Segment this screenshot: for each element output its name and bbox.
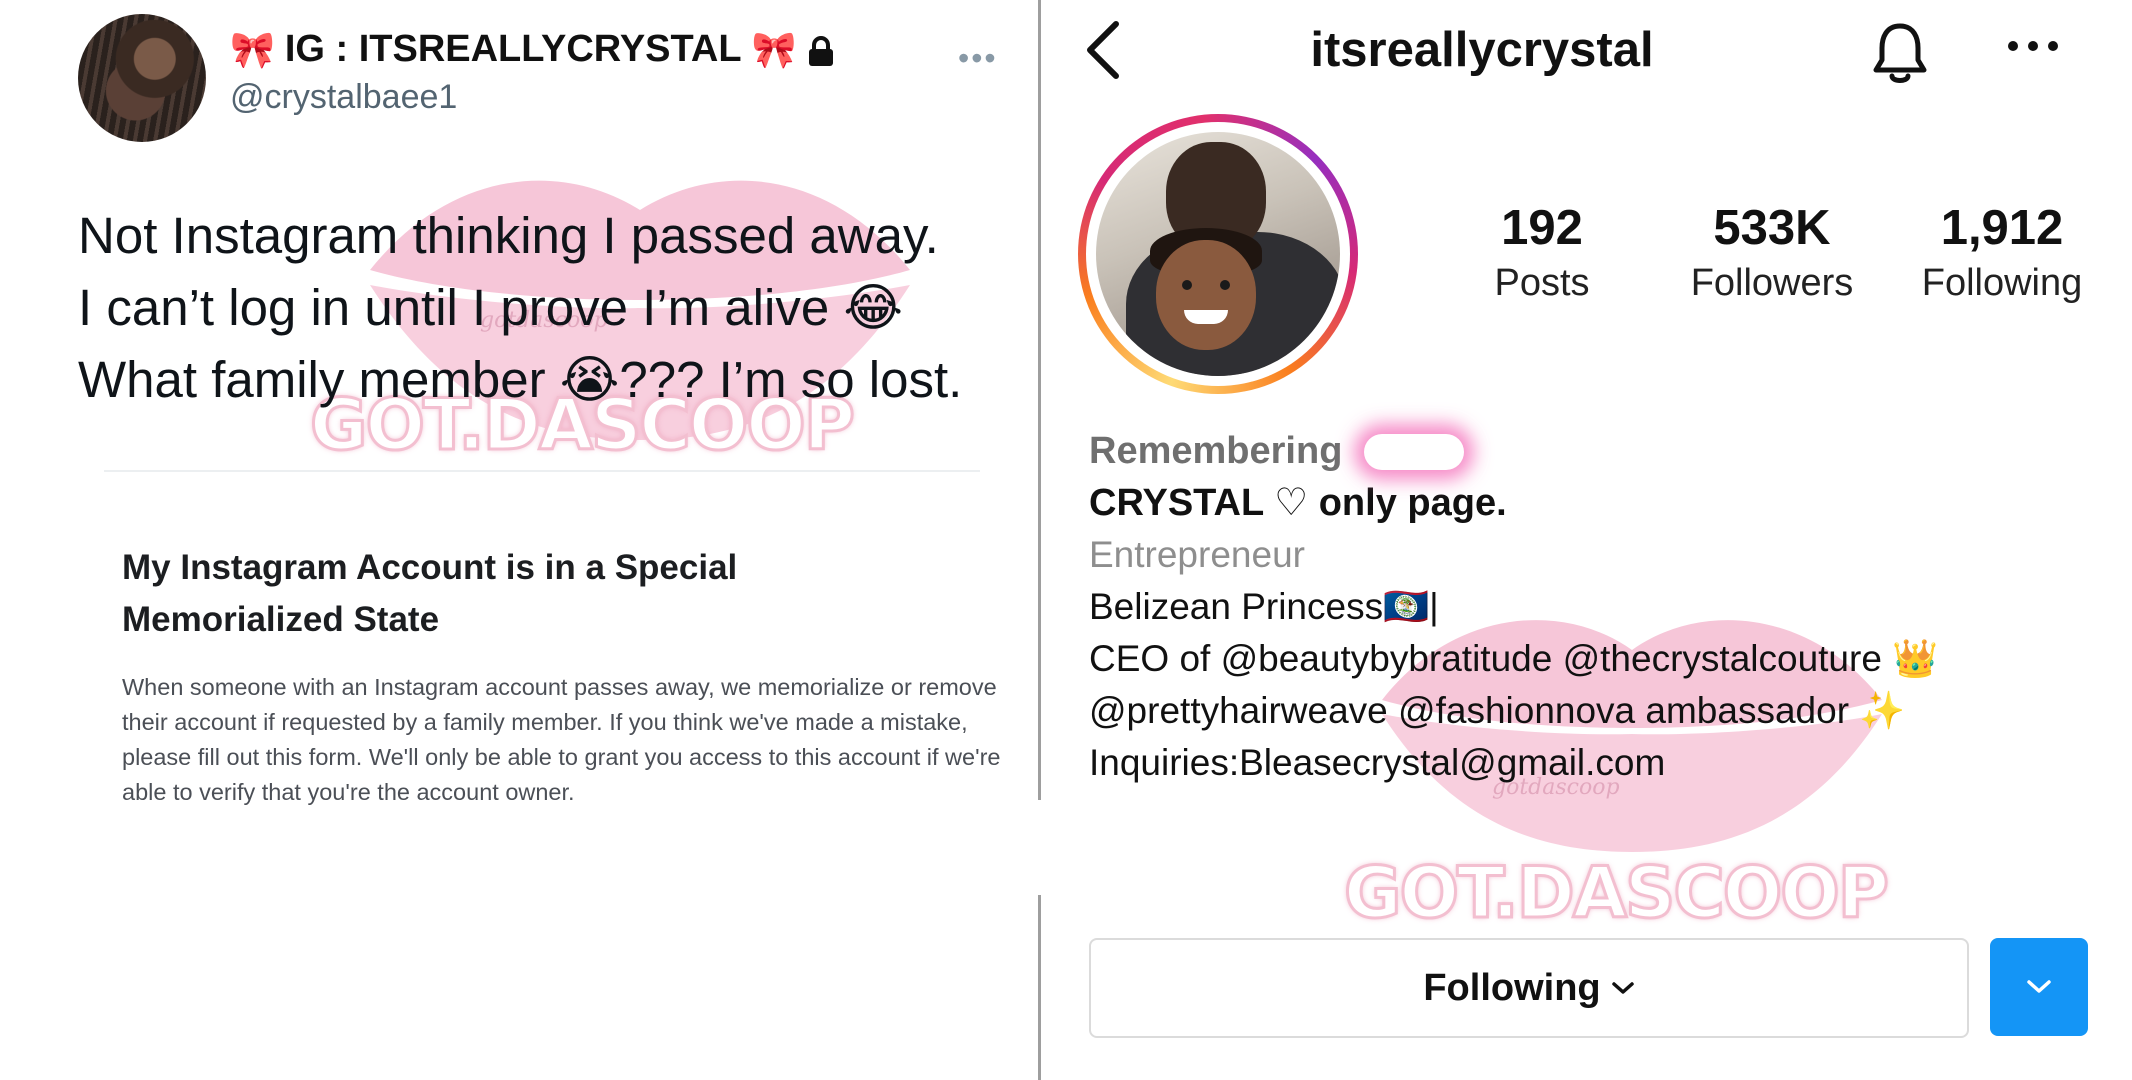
following-button[interactable]: Following [1089,938,1969,1038]
card-title[interactable]: My Instagram Account is in a Special Mem… [122,542,882,646]
bio-line[interactable]: CEO of @beautybybratitude @thecrystalcou… [1089,633,2119,685]
profile-name: CRYSTAL ♡ only page. [1089,482,1507,524]
chevron-down-icon [2027,980,2051,993]
ribbon-icon: 🎀 [751,28,797,70]
card-body: When someone with an Instagram account p… [122,674,1001,805]
tweet-panel: 🎀 IG : ITSREALLYCRYSTAL 🎀 @crystalbaee1 … [0,0,1038,1080]
bio-line[interactable]: Inquiries:Bleasecrystal@gmail.com [1089,737,2119,789]
redaction-blur [1364,434,1464,470]
tweet-display-name: IG : ITSREALLYCRYSTAL [284,28,742,70]
bio-line[interactable]: @prettyhairweave @fashionnova ambassador… [1089,685,2119,737]
profile-picture[interactable] [1078,114,1358,394]
posts-stat[interactable]: 192 Posts [1442,200,1642,305]
following-label: Following [1921,262,2083,304]
followers-stat[interactable]: 533K Followers [1672,200,1872,305]
suggested-accounts-button[interactable] [1990,938,2088,1036]
tweet-text: Not Instagram thinking I passed away. I … [78,200,1038,416]
profile-username: itsreallycrystal [1310,23,1654,77]
following-button-label: Following [1423,966,1601,1009]
lock-icon [806,34,836,66]
chevron-down-icon [1611,982,1634,994]
more-options-icon[interactable] [2006,36,2060,56]
following-stat[interactable]: 1,912 Following [1902,200,2102,305]
followers-label: Followers [1690,262,1854,304]
memorial-label: Remembering [1089,430,1343,472]
posts-label: Posts [1494,262,1590,304]
bio-line: Belizean Princess🇧🇿| [1089,586,1439,627]
tweet-avatar[interactable] [78,14,206,142]
posts-count: 192 [1501,201,1583,255]
back-arrow-icon[interactable] [1080,18,1128,82]
card-divider [104,470,980,472]
profile-category: Entrepreneur [1089,534,1305,575]
bell-icon[interactable] [1868,20,1932,86]
tweet-text-line: What family member 😭??? I’m so lost. [78,351,963,408]
tweet-handle[interactable]: @crystalbaee1 [230,78,457,117]
ribbon-icon: 🎀 [230,28,275,70]
tweet-author-name[interactable]: 🎀 IG : ITSREALLYCRYSTAL 🎀 [230,28,836,71]
more-options-icon[interactable]: ••• [958,40,998,77]
tweet-text-line: Not Instagram thinking I passed away. [78,207,939,264]
following-count: 1,912 [1940,201,2064,255]
watermark-text: GOT.DASCOOP [1342,851,1890,936]
instagram-panel: itsreallycrystal 192 Posts 533K Follower… [1042,0,2132,1080]
followers-count: 533K [1713,201,1831,255]
tweet-text-line: I can’t log in until I prove I’m alive 😂 [78,279,903,336]
profile-bio: Remembering CRYSTAL ♡ only page. Entrepr… [1089,425,2119,789]
